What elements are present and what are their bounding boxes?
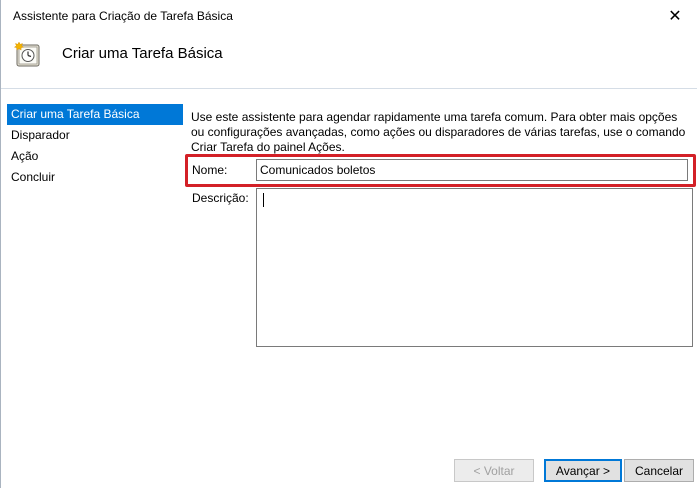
back-button[interactable]: < Voltar [454, 459, 534, 482]
name-label: Nome: [192, 163, 228, 177]
step-concluir[interactable]: Concluir [7, 167, 183, 188]
wizard-header: Criar uma Tarefa Básica [1, 31, 697, 89]
page-title: Criar uma Tarefa Básica [62, 45, 223, 62]
text-caret [263, 193, 264, 207]
close-icon: ✕ [668, 7, 682, 25]
wizard-content: Use este assistente para agendar rapidam… [191, 110, 691, 155]
step-acao[interactable]: Ação [7, 146, 183, 167]
scheduled-task-clock-icon [13, 41, 40, 67]
step-disparador[interactable]: Disparador [7, 125, 183, 146]
intro-text: Use este assistente para agendar rapidam… [191, 110, 686, 154]
wizard-window: Assistente para Criação de Tarefa Básica… [0, 0, 697, 488]
name-input[interactable] [256, 159, 688, 181]
description-label: Descrição: [192, 191, 249, 205]
wizard-steps: Criar uma Tarefa Básica Disparador Ação … [7, 104, 183, 444]
description-textarea[interactable] [256, 188, 693, 347]
next-button[interactable]: Avançar > [544, 459, 622, 482]
header-divider [1, 88, 697, 89]
window-title: Assistente para Criação de Tarefa Básica [13, 9, 233, 23]
title-bar: Assistente para Criação de Tarefa Básica… [1, 0, 697, 31]
close-button[interactable]: ✕ [652, 0, 697, 31]
cancel-button[interactable]: Cancelar [624, 459, 694, 482]
step-criar-tarefa[interactable]: Criar uma Tarefa Básica [7, 104, 183, 125]
